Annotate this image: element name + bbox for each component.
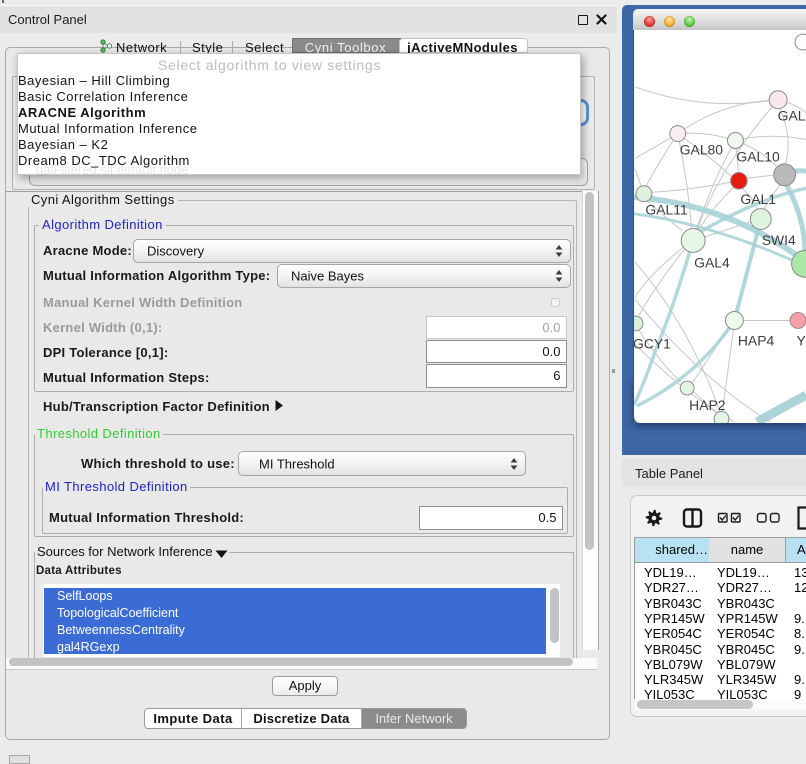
svg-text:GAL11: GAL11 — [645, 202, 688, 218]
svg-text:GAL1: GAL1 — [740, 191, 776, 207]
svg-text:YI: YI — [797, 332, 806, 348]
svg-text:HAP2: HAP2 — [689, 397, 726, 413]
svg-text:GAL2: GAL2 — [778, 108, 806, 124]
svg-text:SWI4: SWI4 — [762, 232, 796, 248]
svg-text:GAL4: GAL4 — [694, 254, 730, 270]
svg-text:GCY1: GCY1 — [633, 335, 671, 351]
svg-text:HAP4: HAP4 — [738, 332, 775, 348]
svg-text:GAL10: GAL10 — [736, 148, 780, 164]
svg-text:GAL80: GAL80 — [680, 141, 724, 157]
